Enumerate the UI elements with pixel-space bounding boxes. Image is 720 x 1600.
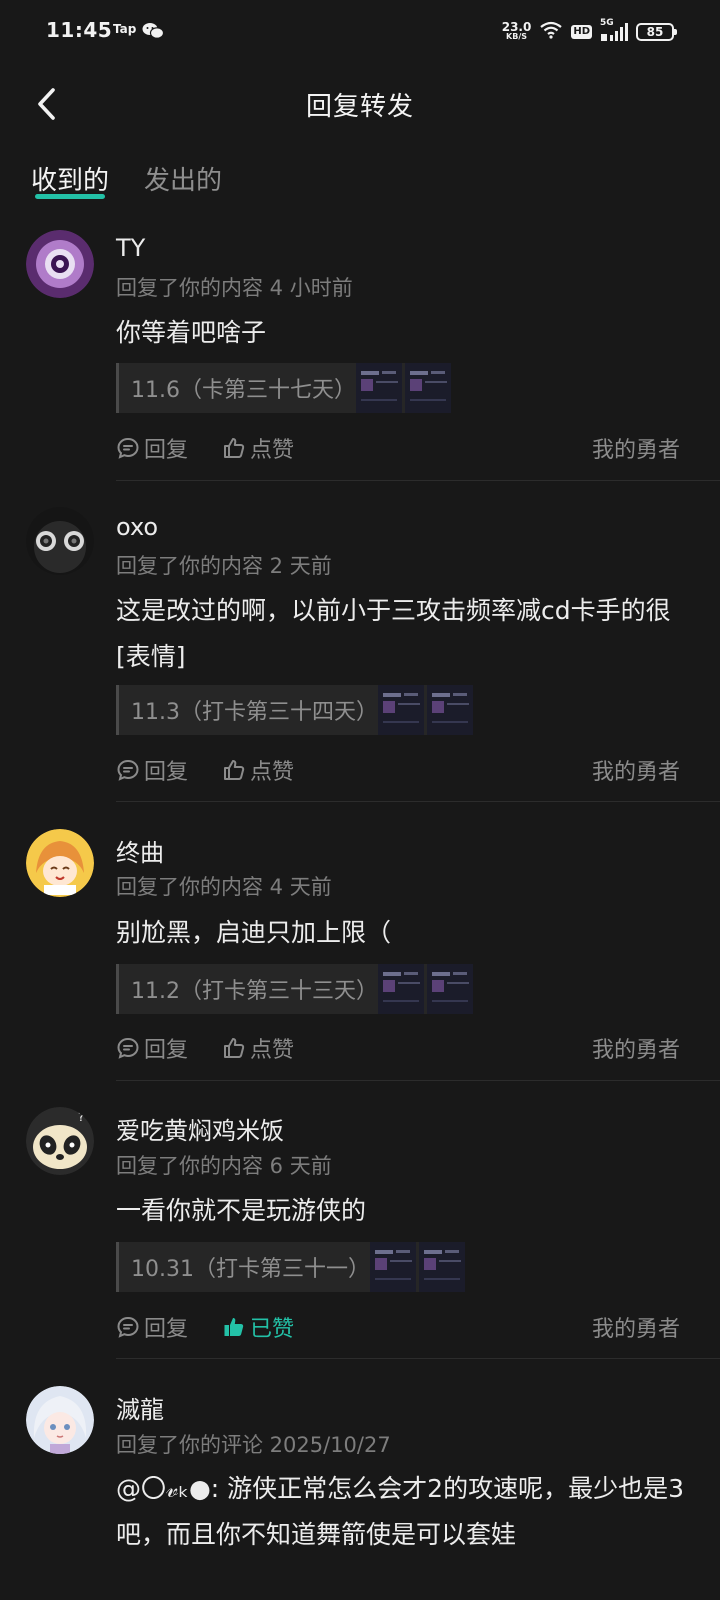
reply-button[interactable]: 回复 xyxy=(116,1311,188,1343)
status-indicators: 23.0 KB/S HD 5G 85 xyxy=(501,18,677,45)
divider xyxy=(116,1080,720,1081)
reply-button[interactable]: 回复 xyxy=(116,1032,188,1064)
network-speed-value: 23.0 xyxy=(501,20,532,34)
referenced-post-title: 11.6（卡第三十七天） xyxy=(131,378,356,403)
post-thumbnails xyxy=(369,1242,465,1292)
like-label: 点赞 xyxy=(250,1038,295,1063)
reply-label: 回复 xyxy=(144,1038,189,1063)
post-thumbnail xyxy=(356,363,402,413)
network-speed: 23.0 KB/S xyxy=(501,20,532,42)
post-thumbnail xyxy=(418,1242,465,1292)
reply-label: 回复 xyxy=(144,760,189,785)
reply-meta: 回复了你的内容 6 天前 xyxy=(116,1154,332,1178)
status-time: 11:45 xyxy=(46,18,113,42)
source-label[interactable]: 我的勇者 xyxy=(592,754,680,786)
taptap-icon: Tap xyxy=(113,22,137,36)
post-thumbnails xyxy=(378,964,473,1014)
referenced-post-title: 10.31（打卡第三十一） xyxy=(131,1257,370,1282)
reply-meta: 回复了你的内容 4 小时前 xyxy=(116,276,353,300)
like-button[interactable]: 点赞 xyxy=(222,1032,294,1064)
like-button[interactable]: 点赞 xyxy=(222,754,294,786)
reply-text[interactable]: 别尬黑，启迪只加上限（ xyxy=(116,910,696,956)
reply-text[interactable]: 你等着吧啥子 xyxy=(116,310,696,356)
source-label[interactable]: 我的勇者 xyxy=(592,432,680,464)
like-label: 点赞 xyxy=(250,438,295,463)
item-actions: 回复 点赞 我的勇者 xyxy=(116,1032,680,1064)
tab-sent[interactable]: 发出的 xyxy=(144,160,222,197)
like-button[interactable]: 已赞 xyxy=(222,1311,294,1343)
comment-icon xyxy=(117,1037,139,1059)
comment-icon xyxy=(117,437,139,459)
item-actions: 回复 点赞 我的勇者 xyxy=(116,432,680,464)
wifi-icon xyxy=(539,21,563,43)
item-actions: 回复 点赞 我的勇者 xyxy=(116,754,680,786)
tab-received[interactable]: 收到的 xyxy=(31,160,109,197)
post-thumbnails xyxy=(378,685,473,735)
user-name[interactable]: TY xyxy=(116,234,145,262)
post-thumbnails xyxy=(356,363,451,413)
reply-button[interactable]: 回复 xyxy=(116,754,188,786)
user-name[interactable]: 终曲 xyxy=(116,833,164,868)
referenced-post-title: 11.2（打卡第三十三天） xyxy=(131,979,378,1004)
source-label[interactable]: 我的勇者 xyxy=(592,1032,680,1064)
user-name[interactable]: 滅龍 xyxy=(116,1390,164,1425)
reply-text[interactable]: 这是改过的啊，以前小于三攻击频率减cd卡手的很[表情] xyxy=(116,588,696,680)
cellular-signal-icon: 5G xyxy=(600,18,628,42)
reply-label: 回复 xyxy=(144,438,189,463)
avatar[interactable] xyxy=(26,829,94,897)
svg-text:?: ? xyxy=(78,1110,84,1124)
referenced-post[interactable]: 11.6（卡第三十七天） xyxy=(116,363,451,413)
avatar[interactable]: ? xyxy=(26,1107,94,1175)
divider xyxy=(116,1358,720,1359)
item-actions: 回复 已赞 我的勇者 xyxy=(116,1311,680,1343)
thumbs-up-icon xyxy=(224,1038,245,1058)
divider xyxy=(116,480,720,481)
post-thumbnail xyxy=(427,685,473,735)
network-speed-unit: KB/S xyxy=(506,32,528,41)
like-label: 点赞 xyxy=(250,760,295,785)
avatar[interactable] xyxy=(26,1386,94,1454)
post-thumbnail xyxy=(378,685,424,735)
referenced-post-title: 11.3（打卡第三十四天） xyxy=(131,700,378,725)
reply-label: 回复 xyxy=(144,1317,189,1342)
divider xyxy=(116,801,720,802)
comment-icon xyxy=(117,759,139,781)
thumbs-up-icon xyxy=(224,438,245,458)
reply-text[interactable]: 一看你就不是玩游侠的 xyxy=(116,1188,696,1234)
reply-text[interactable]: @〇𝓋ₖ●: 游侠正常怎么会才2的攻速呢，最少也是3吧，而且你不知道舞箭使是可以… xyxy=(116,1466,696,1600)
thumbs-up-filled-icon xyxy=(224,1318,244,1336)
user-name[interactable]: oxo xyxy=(116,513,158,541)
app-header: 回复转发 xyxy=(0,72,720,136)
status-bar: 11:45 Tap 23.0 KB/S HD 5G 85 xyxy=(0,0,720,64)
user-name[interactable]: 爱吃黄焖鸡米饭 xyxy=(116,1111,284,1146)
page-title: 回复转发 xyxy=(305,92,414,122)
post-thumbnail xyxy=(427,964,473,1014)
tab-bar: 收到的 发出的 xyxy=(0,150,720,206)
wechat-icon xyxy=(142,22,165,44)
avatar[interactable] xyxy=(26,230,94,298)
referenced-post[interactable]: 11.2（打卡第三十三天） xyxy=(116,964,473,1014)
battery-indicator: 85 xyxy=(636,23,677,41)
reply-meta: 回复了你的评论 2025/10/27 xyxy=(116,1433,391,1457)
like-button[interactable]: 点赞 xyxy=(222,432,294,464)
referenced-post[interactable]: 10.31（打卡第三十一） xyxy=(116,1242,465,1292)
avatar[interactable] xyxy=(26,507,94,575)
post-thumbnail xyxy=(405,363,451,413)
reply-button[interactable]: 回复 xyxy=(116,432,188,464)
referenced-post[interactable]: 11.3（打卡第三十四天） xyxy=(116,685,473,735)
hd-badge: HD xyxy=(571,25,592,39)
comment-icon xyxy=(117,1316,139,1338)
reply-meta: 回复了你的内容 4 天前 xyxy=(116,875,332,899)
post-thumbnail xyxy=(369,1242,416,1292)
active-tab-indicator xyxy=(35,194,105,199)
reply-meta: 回复了你的内容 2 天前 xyxy=(116,554,332,578)
source-label[interactable]: 我的勇者 xyxy=(592,1311,680,1343)
post-thumbnail xyxy=(378,964,424,1014)
thumbs-up-icon xyxy=(224,760,245,780)
liked-label: 已赞 xyxy=(250,1317,295,1342)
